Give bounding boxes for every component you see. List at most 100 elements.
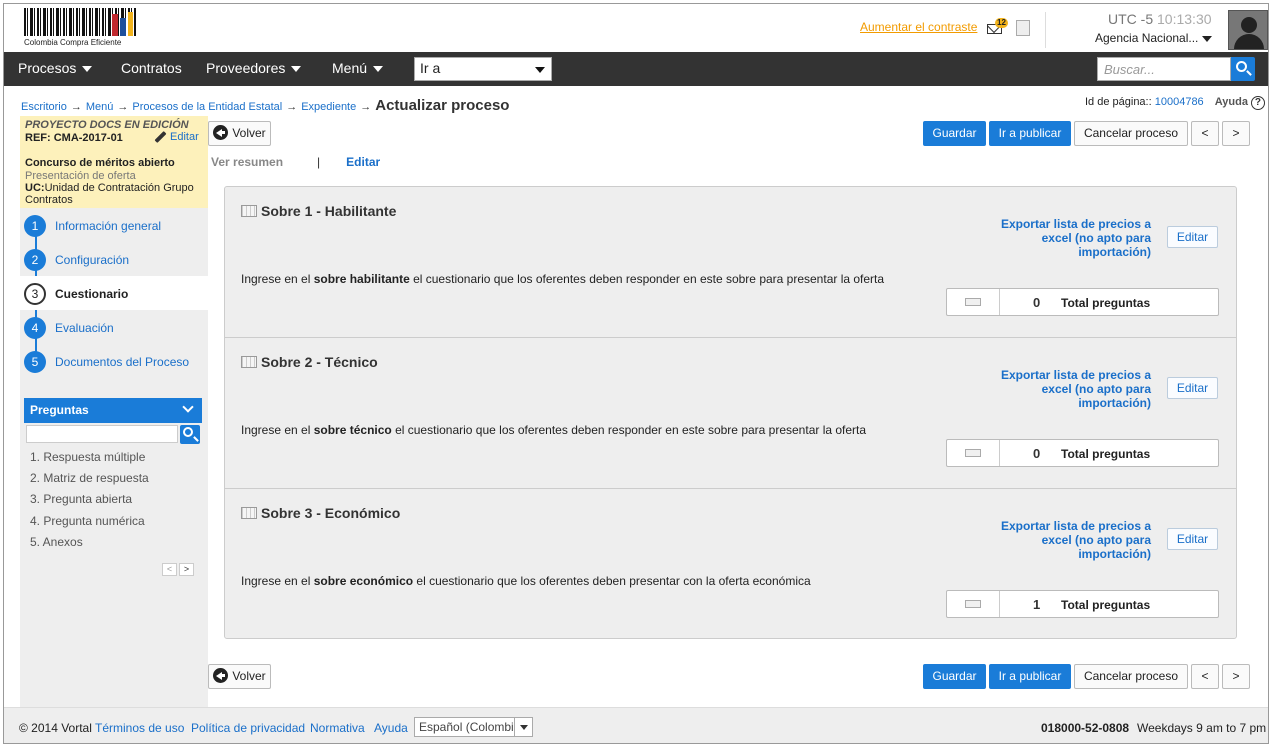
sobre-description: Ingrese en el sobre habilitante el cuest… [241, 272, 885, 286]
help-link[interactable]: Ayuda? [1215, 96, 1265, 110]
tab-editar[interactable]: Editar [346, 155, 380, 169]
breadcrumb: Escritorio → Menú → Procesos de la Entidad E… [21, 97, 510, 114]
project-phase: Presentación de oferta [25, 170, 136, 182]
project-type: Concurso de méritos abierto [25, 157, 175, 169]
top-header: Colombia Compra Eficiente Aumentar el co… [4, 4, 1268, 52]
save-button[interactable]: Guardar [923, 664, 986, 689]
footer-link-privacidad[interactable]: Política de privacidad [191, 721, 305, 735]
list-item[interactable]: 2. Matriz de respuesta [30, 471, 149, 492]
list-item[interactable]: 3. Pregunta abierta [30, 492, 149, 513]
caret-down-icon [373, 66, 384, 73]
prev-button[interactable]: < [1191, 664, 1219, 689]
goto-select[interactable]: Ir a [414, 57, 552, 81]
export-prices-link[interactable]: Exportar lista de precios a excel (no ap… [985, 519, 1151, 561]
mail-count-badge: 12 [995, 18, 1008, 28]
left-sidebar: PROYECTO DOCS EN EDICIÓN REF: CMA-2017-0… [20, 116, 208, 708]
next-button[interactable]: > [1222, 121, 1250, 146]
count-label: Total preguntas [1061, 598, 1151, 612]
list-item[interactable]: 1. Respuesta múltiple [30, 450, 149, 471]
search-button[interactable] [1231, 57, 1255, 81]
step-configuracion[interactable]: 2 Configuración [20, 242, 208, 276]
list-item[interactable]: 4. Pregunta numérica [30, 514, 149, 535]
count-value: 0 [1033, 446, 1041, 461]
nav-menu[interactable]: Menú [332, 60, 384, 76]
cancel-process-button[interactable]: Cancelar proceso [1074, 664, 1188, 689]
step-documentos[interactable]: 5 Documentos del Proceso [20, 344, 208, 378]
document-icon[interactable] [1016, 20, 1030, 36]
language-select[interactable]: Español (Colombia) [414, 717, 533, 737]
edit-button[interactable]: Editar [1167, 377, 1218, 399]
breadcrumb-expediente[interactable]: Expediente [301, 101, 356, 113]
count-label: Total preguntas [1061, 447, 1151, 461]
view-tabs: Ver resumen | Editar [211, 155, 381, 169]
chevron-down-icon [182, 401, 194, 413]
footer: © 2014 Vortal Términos de uso Política d… [4, 707, 1268, 743]
tab-ver-resumen[interactable]: Ver resumen [211, 155, 283, 169]
nav-procesos[interactable]: Procesos [18, 60, 93, 76]
wizard-steps: 1 Información general 2 Configuración 3 Cue… [20, 208, 208, 378]
project-uc: UC:Unidad de Contratación Grupo Contrato… [25, 182, 194, 206]
step-cuestionario[interactable]: 3 Cuestionario [20, 276, 208, 310]
arrow-left-icon [213, 668, 229, 684]
project-status: PROYECTO DOCS EN EDICIÓN [25, 119, 189, 131]
footer-link-ayuda[interactable]: Ayuda [374, 721, 408, 735]
sobre-title: Sobre 3 - Económico [241, 505, 400, 521]
project-edit-link[interactable]: Editar [154, 131, 199, 144]
support-hours: Weekdays 9 am to 7 pm [1137, 721, 1267, 735]
page-title: Actualizar proceso [375, 97, 510, 114]
back-button[interactable]: Volver [208, 664, 271, 689]
sobre-habilitante: Sobre 1 - Habilitante Exportar lista de … [225, 187, 1236, 338]
breadcrumb-procesos[interactable]: Procesos de la Entidad Estatal [132, 101, 282, 113]
questions-count[interactable]: 0 Total preguntas [946, 288, 1219, 316]
next-button[interactable]: > [1222, 664, 1250, 689]
sobre-title: Sobre 2 - Técnico [241, 354, 378, 370]
prev-button[interactable]: < [1191, 121, 1219, 146]
edit-button[interactable]: Editar [1167, 528, 1218, 550]
pager-next-button[interactable]: > [179, 563, 194, 576]
nav-proveedores[interactable]: Proveedores [206, 60, 302, 76]
footer-link-terminos[interactable]: Términos de uso [95, 721, 184, 735]
pager-prev-button[interactable]: < [162, 563, 177, 576]
increase-contrast-link[interactable]: Aumentar el contraste [860, 20, 977, 34]
sobre-description: Ingrese en el sobre técnico el cuestiona… [241, 423, 867, 437]
logo[interactable]: Colombia Compra Eficiente [24, 8, 136, 48]
table-icon [241, 506, 257, 519]
step-informacion-general[interactable]: 1 Información general [20, 208, 208, 242]
step-evaluacion[interactable]: 4 Evaluación [20, 310, 208, 344]
preguntas-list: 1. Respuesta múltiple 2. Matriz de respu… [30, 450, 149, 556]
table-icon [241, 355, 257, 368]
main-nav: Procesos Contratos Proveedores Menú Ir a… [4, 52, 1268, 86]
sobre-tecnico: Sobre 2 - Técnico Exportar lista de prec… [225, 338, 1236, 489]
breadcrumb-menu[interactable]: Menú [86, 101, 114, 113]
mail-button[interactable]: 12 [987, 18, 1008, 36]
sobres-panel: Sobre 1 - Habilitante Exportar lista de … [224, 186, 1237, 639]
cancel-process-button[interactable]: Cancelar proceso [1074, 121, 1188, 146]
back-button[interactable]: Volver [208, 121, 271, 146]
agency-selector[interactable]: Agencia Nacional... [1095, 31, 1213, 45]
page-id-value[interactable]: 10004786 [1155, 96, 1204, 108]
questions-count[interactable]: 0 Total preguntas [946, 439, 1219, 467]
count-label: Total preguntas [1061, 296, 1151, 310]
preguntas-header[interactable]: Preguntas [24, 398, 202, 423]
breadcrumb-escritorio[interactable]: Escritorio [21, 101, 67, 113]
search-input[interactable]: Buscar... [1097, 57, 1231, 81]
clock: UTC -5 10:13:30 [1108, 11, 1212, 27]
pencil-icon [154, 131, 167, 144]
export-prices-link[interactable]: Exportar lista de precios a excel (no ap… [985, 368, 1151, 410]
footer-link-normativa[interactable]: Normativa [310, 721, 365, 735]
export-prices-link[interactable]: Exportar lista de precios a excel (no ap… [985, 217, 1151, 259]
questions-count[interactable]: 1 Total preguntas [946, 590, 1219, 618]
list-icon [947, 440, 1000, 466]
edit-button[interactable]: Editar [1167, 226, 1218, 248]
save-button[interactable]: Guardar [923, 121, 986, 146]
nav-contratos[interactable]: Contratos [121, 60, 182, 76]
publish-button[interactable]: Ir a publicar [989, 121, 1071, 146]
publish-button[interactable]: Ir a publicar [989, 664, 1071, 689]
preguntas-search-button[interactable] [180, 425, 200, 444]
agency-name: Agencia Nacional... [1095, 31, 1199, 45]
divider [1045, 12, 1046, 48]
list-item[interactable]: 5. Anexos [30, 535, 149, 556]
preguntas-search-input[interactable] [26, 425, 178, 443]
avatar[interactable] [1228, 10, 1268, 50]
caret-down-icon [291, 66, 302, 73]
